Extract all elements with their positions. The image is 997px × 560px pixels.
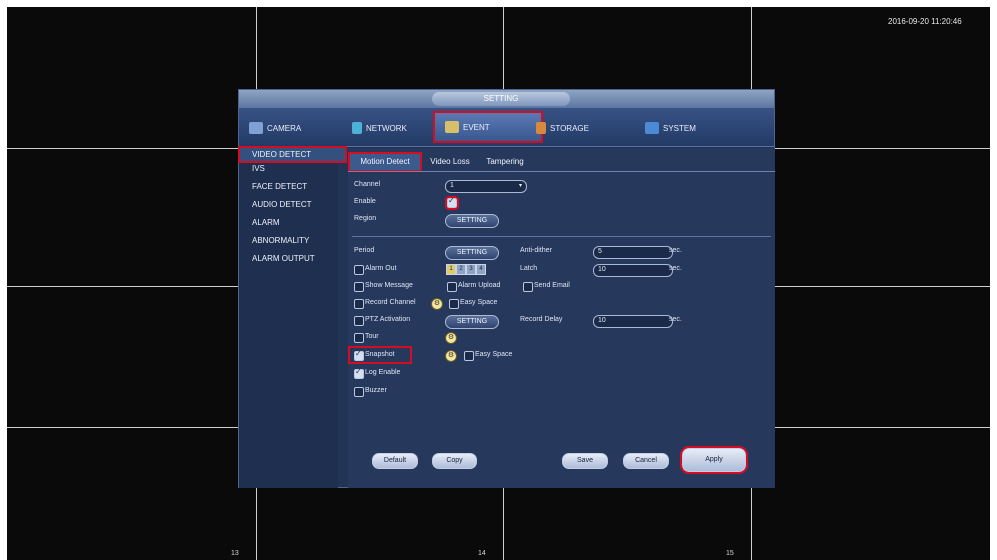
sidebar-item-alarm[interactable]: ALARM (252, 218, 280, 227)
latch-label: Latch (520, 265, 538, 272)
ptz-activation-label: PTZ Activation (365, 316, 411, 323)
easy-space-snapshot-label: Easy Space (475, 351, 513, 358)
anti-dither-input[interactable]: 5 (593, 246, 673, 259)
record-channel-checkbox[interactable] (354, 299, 364, 309)
alarm-upload-label: Alarm Upload (458, 282, 501, 289)
nav-camera[interactable]: CAMERA (249, 118, 301, 138)
setting-dialog: SETTING CAMERA NETWORK EVENT STORAGE SYS… (238, 89, 775, 488)
camera-icon (249, 122, 263, 134)
snapshot-settings-icon[interactable]: ⚙ (445, 350, 457, 362)
sidebar-item-face-detect[interactable]: FACE DETECT (252, 182, 307, 191)
period-label: Period (354, 247, 375, 254)
record-delay-input[interactable]: 10 (593, 315, 673, 328)
nav-event[interactable]: EVENT (433, 111, 543, 143)
log-enable-checkbox[interactable] (354, 367, 364, 379)
sidebar-item-alarm-output[interactable]: ALARM OUTPUT (252, 254, 315, 263)
datetime-display: 2016-09-20 11:20:46 (888, 17, 962, 26)
dialog-title: SETTING (432, 92, 570, 106)
sidebar: VIDEO DETECT IVS FACE DETECT AUDIO DETEC… (238, 146, 347, 488)
channel-number: 13 (231, 550, 239, 557)
alarm-out-channel-1[interactable]: 1 (446, 264, 456, 275)
tab-tampering[interactable]: Tampering (478, 154, 532, 170)
send-email-label: Send Email (534, 282, 570, 289)
tour-label: Tour (365, 333, 379, 340)
tab-video-loss[interactable]: Video Loss (424, 154, 476, 170)
nav-storage[interactable]: STORAGE (536, 118, 589, 138)
anti-dither-unit: sec. (669, 247, 682, 254)
ptz-setting-button[interactable]: SETTING (445, 315, 499, 329)
sidebar-item-audio-detect[interactable]: AUDIO DETECT (252, 200, 312, 209)
region-setting-button[interactable]: SETTING (445, 214, 499, 228)
ptz-activation-checkbox[interactable] (354, 316, 364, 326)
latch-input[interactable]: 10 (593, 264, 673, 277)
default-button[interactable]: Default (372, 453, 418, 469)
buzzer-label: Buzzer (365, 387, 387, 394)
channel-number: 15 (726, 550, 734, 557)
latch-unit: sec. (669, 265, 682, 272)
region-label: Region (354, 215, 377, 222)
record-channel-label: Record Channel (365, 299, 416, 306)
tour-settings-icon[interactable]: ⚙ (445, 332, 457, 344)
chevron-down-icon: ▾ (518, 183, 522, 189)
channel-label: Channel (354, 181, 381, 188)
tab-divider (348, 171, 775, 172)
enable-label: Enable (354, 198, 376, 205)
alarm-upload-checkbox[interactable] (447, 282, 457, 292)
sidebar-item-ivs[interactable]: IVS (252, 164, 265, 173)
copy-button[interactable]: Copy (432, 453, 477, 469)
alarm-out-checkbox[interactable] (354, 265, 364, 275)
buzzer-checkbox[interactable] (354, 387, 364, 397)
top-nav: CAMERA NETWORK EVENT STORAGE SYSTEM (239, 108, 774, 147)
enable-checkbox[interactable] (445, 196, 459, 210)
alarm-out-channel-3[interactable]: 3 (466, 264, 476, 275)
tab-motion-detect[interactable]: Motion Detect (348, 152, 422, 172)
show-message-label: Show Message (365, 282, 413, 289)
save-button[interactable]: Save (562, 453, 608, 469)
channel-select[interactable]: 1 ▾ (445, 180, 527, 193)
nav-system[interactable]: SYSTEM (645, 118, 696, 138)
cancel-button[interactable]: Cancel (623, 453, 669, 469)
sidebar-item-abnormality[interactable]: ABNORMALITY (252, 236, 309, 245)
alarm-out-label: Alarm Out (365, 265, 397, 272)
easy-space-checkbox[interactable] (449, 299, 459, 309)
apply-button[interactable]: Apply (680, 446, 748, 474)
tour-checkbox[interactable] (354, 333, 364, 343)
alarm-out-channel-2[interactable]: 2 (456, 264, 466, 275)
record-delay-unit: sec. (669, 316, 682, 323)
channel-number: 14 (478, 550, 486, 557)
content-panel: Motion Detect Video Loss Tampering Chann… (348, 148, 775, 488)
snapshot-label: Snapshot (365, 351, 395, 358)
dialog-titlebar[interactable]: SETTING (239, 90, 774, 108)
system-icon (645, 122, 659, 134)
section-divider (352, 236, 771, 237)
easy-space-label: Easy Space (460, 299, 498, 306)
record-channel-settings-icon[interactable]: ⚙ (431, 298, 443, 310)
event-icon (445, 121, 459, 133)
record-delay-label: Record Delay (520, 316, 563, 323)
storage-icon (536, 122, 546, 134)
nav-network[interactable]: NETWORK (352, 118, 407, 138)
period-setting-button[interactable]: SETTING (445, 246, 499, 260)
easy-space-snapshot-checkbox[interactable] (464, 351, 474, 361)
log-enable-label: Log Enable (365, 369, 401, 376)
snapshot-checkbox[interactable] (354, 349, 364, 361)
show-message-checkbox[interactable] (354, 282, 364, 292)
alarm-out-channel-4[interactable]: 4 (476, 264, 486, 275)
anti-dither-label: Anti-dither (520, 247, 552, 254)
send-email-checkbox[interactable] (523, 282, 533, 292)
network-icon (352, 122, 362, 134)
sidebar-item-video-detect[interactable]: VIDEO DETECT (238, 146, 347, 163)
